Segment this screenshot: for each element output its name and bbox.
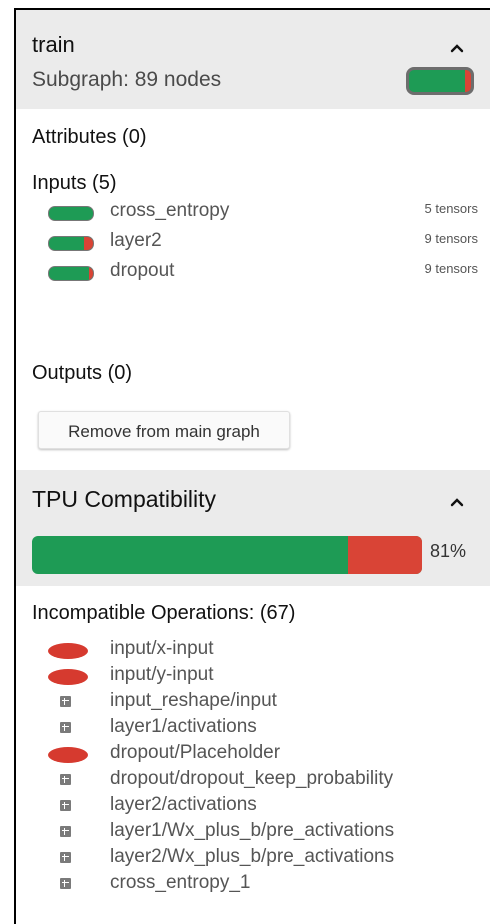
- summary-op-icon: [60, 852, 71, 863]
- incompatible-op-name: dropout/dropout_keep_probability: [110, 768, 394, 789]
- node-info-panel: train Subgraph: 89 nodes Attributes (0) …: [14, 8, 490, 924]
- incompatible-op-row[interactable]: dropout/Placeholder: [48, 742, 488, 768]
- incompatible-op-row[interactable]: input_reshape/input: [48, 690, 488, 716]
- summary-op-icon: [60, 878, 71, 889]
- subgraph-compat-pill-red: [465, 70, 471, 92]
- incompatible-op-row[interactable]: layer1/activations: [48, 716, 488, 742]
- input-count: 9 tensors: [424, 261, 478, 276]
- input-row[interactable]: layer2 9 tensors: [48, 230, 478, 259]
- incompatible-op-name: layer2/activations: [110, 794, 257, 815]
- chevron-up-icon: [450, 498, 464, 507]
- tpu-compat-bar-incompatible: [347, 536, 422, 574]
- incompatible-op-row[interactable]: cross_entropy_1: [48, 872, 488, 898]
- incompatible-op-name: dropout/Placeholder: [110, 742, 281, 763]
- outputs-label: Outputs (0): [32, 362, 133, 384]
- input-name: cross_entropy: [110, 200, 230, 221]
- incompatible-op-row[interactable]: layer2/activations: [48, 794, 488, 820]
- incompatible-op-name: input_reshape/input: [110, 690, 277, 711]
- incompatible-op-name: input/x-input: [110, 638, 214, 659]
- incompatible-op-name: input/y-input: [110, 664, 214, 685]
- input-count: 5 tensors: [424, 201, 478, 216]
- incompatible-op-name: cross_entropy_1: [110, 872, 251, 893]
- input-compat-pill: [48, 236, 94, 251]
- input-row[interactable]: cross_entropy 5 tensors: [48, 200, 478, 229]
- incompatible-op-row[interactable]: layer1/Wx_plus_b/pre_activations: [48, 820, 488, 846]
- input-name: dropout: [110, 260, 175, 281]
- incompatible-op-row[interactable]: input/y-input: [48, 664, 488, 690]
- input-name: layer2: [110, 230, 162, 251]
- inputs-label: Inputs (5): [32, 172, 117, 194]
- node-header: train Subgraph: 89 nodes: [16, 10, 490, 109]
- input-compat-pill: [48, 266, 94, 281]
- tpu-compat-percent: 81%: [430, 541, 467, 561]
- summary-op-icon: [60, 696, 71, 707]
- node-subtitle: Subgraph: 89 nodes: [32, 68, 222, 91]
- incompatible-op-name: layer2/Wx_plus_b/pre_activations: [110, 846, 395, 867]
- input-compat-red: [88, 267, 93, 280]
- incompatible-op-name: layer1/Wx_plus_b/pre_activations: [110, 820, 395, 841]
- summary-op-icon: [60, 826, 71, 837]
- summary-op-icon: [60, 722, 71, 733]
- summary-op-icon: [60, 774, 71, 785]
- tpu-compat-bar: [32, 536, 422, 574]
- input-count: 9 tensors: [424, 231, 478, 246]
- collapse-node-button[interactable]: [445, 36, 469, 60]
- input-compat-pill: [48, 206, 94, 221]
- input-row[interactable]: dropout 9 tensors: [48, 260, 478, 289]
- chevron-up-icon: [450, 44, 464, 53]
- node-title: train: [32, 32, 75, 57]
- placeholder-ellipse-icon: [48, 669, 88, 685]
- placeholder-ellipse-icon: [48, 747, 88, 763]
- input-compat-red: [84, 237, 93, 250]
- incompatible-op-row[interactable]: layer2/Wx_plus_b/pre_activations: [48, 846, 488, 872]
- remove-from-main-graph-button[interactable]: Remove from main graph: [38, 411, 290, 449]
- placeholder-ellipse-icon: [48, 643, 88, 659]
- subgraph-compat-pill: [406, 67, 474, 95]
- incompatible-op-row[interactable]: dropout/dropout_keep_probability: [48, 768, 488, 794]
- tpu-compat-title: TPU Compatibility: [32, 486, 217, 512]
- attributes-label: Attributes (0): [32, 126, 147, 148]
- incompatible-ops-label: Incompatible Operations: (67): [32, 602, 296, 624]
- summary-op-icon: [60, 800, 71, 811]
- collapse-tpu-button[interactable]: [445, 490, 469, 514]
- incompatible-op-name: layer1/activations: [110, 716, 257, 737]
- incompatible-op-row[interactable]: input/x-input: [48, 638, 488, 664]
